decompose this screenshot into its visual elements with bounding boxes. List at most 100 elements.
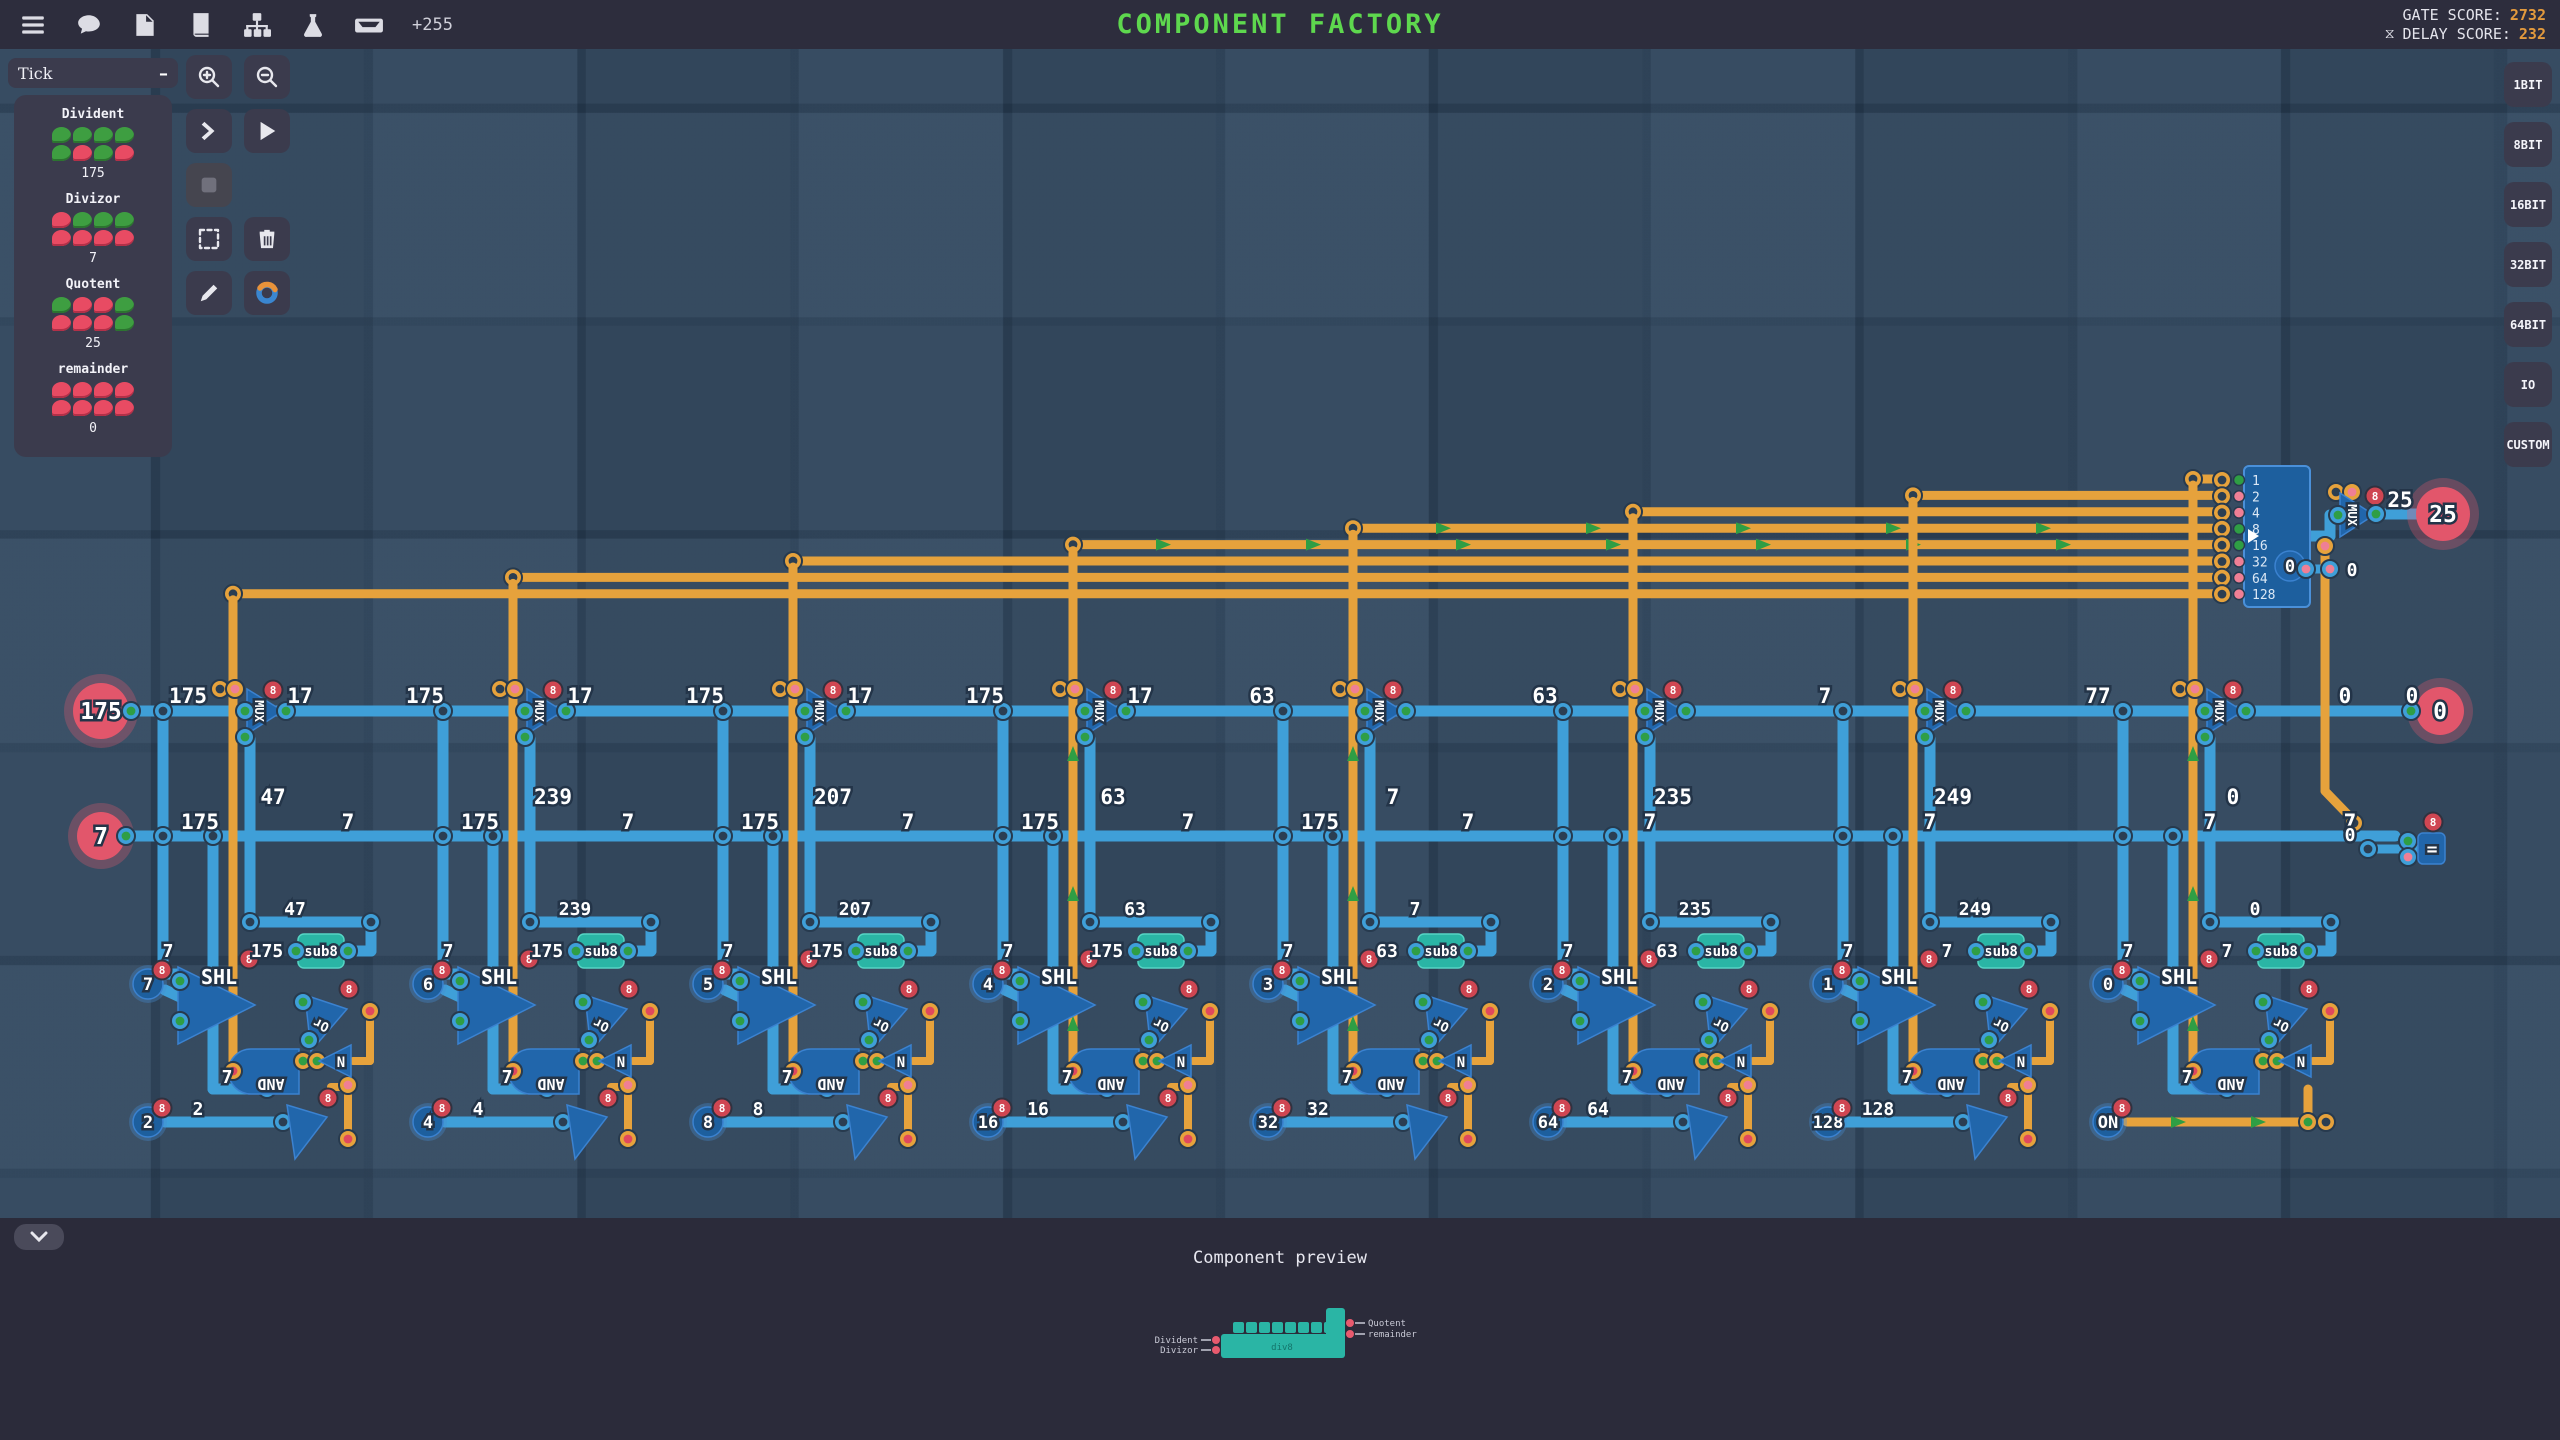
shift-constant-node[interactable]: 38 [1249,961,1292,1004]
or-component[interactable]: Or8 [2254,980,2319,1052]
chat-icon[interactable] [74,10,104,40]
and-component[interactable]: AND [504,1049,606,1094]
component-menu-16bit[interactable]: 16BIT [2504,182,2552,227]
or-component[interactable]: Or8 [1694,980,1759,1052]
or-component-2[interactable]: 8 [847,1089,898,1160]
component-menu-1bit[interactable]: 1BIT [2504,62,2552,107]
weight-constant-node[interactable]: 648 [1529,1099,1572,1142]
weight-constant-node[interactable]: ON8 [2089,1099,2132,1142]
or-component[interactable]: Or8 [1134,980,1199,1052]
and-component[interactable]: AND [1624,1049,1726,1094]
and-component[interactable]: AND [224,1049,326,1094]
file-icon[interactable] [130,10,160,40]
stop-button[interactable] [186,163,232,207]
weight-constant-node[interactable]: 328 [1249,1099,1292,1142]
component-layer[interactable]: MUX8788sub8Or8ANDN288MUX8688sub8Or8ANDN4… [64,466,2479,1159]
svg-text:8: 8 [1559,1102,1566,1115]
or-component-2[interactable]: 8 [1407,1089,1458,1160]
or-component-2[interactable]: 8 [287,1089,338,1160]
or-component-2[interactable]: 8 [567,1089,618,1160]
byte-maker-component[interactable]: 1248163264128 [2213,466,2310,607]
shift-constant-node[interactable]: 48 [969,961,1012,1004]
and-component[interactable]: AND [1064,1049,1166,1094]
not-component[interactable]: N [879,1045,911,1077]
or-component-2[interactable]: 8 [1967,1089,2018,1160]
play-button[interactable] [244,109,290,153]
component-menu-custom[interactable]: CUSTOM [2504,422,2552,467]
led-on [52,297,71,313]
collapse-minus-button[interactable]: – [159,63,168,84]
svg-text:16: 16 [1027,1099,1049,1120]
not-component[interactable]: N [1439,1045,1471,1077]
or-component-2[interactable]: 8 [1127,1089,1178,1160]
not-component[interactable]: N [2279,1045,2311,1077]
step-forward-button[interactable] [186,109,232,153]
svg-text:63: 63 [1376,941,1398,962]
sub8-component[interactable]: sub8 [1967,934,2037,968]
weight-constant-node[interactable]: 48 [409,1099,452,1142]
svg-text:175: 175 [1301,810,1339,834]
and-component[interactable]: AND [1904,1049,2006,1094]
shift-constant-node[interactable]: 68 [409,961,452,1004]
shift-constant-node[interactable]: 28 [1529,961,1572,1004]
sub8-component[interactable]: sub8 [287,934,357,968]
book-icon[interactable] [186,10,216,40]
component-menu-8bit[interactable]: 8BIT [2504,122,2552,167]
sub8-component[interactable]: sub8 [1407,934,1477,968]
not-component[interactable]: N [319,1045,351,1077]
component-menu-32bit[interactable]: 32BIT [2504,242,2552,287]
component-menu-64bit[interactable]: 64BIT [2504,302,2552,347]
zoom-out-button[interactable] [244,55,290,99]
svg-text:8: 8 [439,964,446,977]
sub8-component[interactable]: sub8 [1127,934,1197,968]
edit-pencil-button[interactable] [186,271,232,315]
and-component[interactable]: AND [2184,1049,2286,1094]
sub8-component[interactable]: sub8 [1687,934,1757,968]
or-component[interactable]: Or8 [854,980,919,1052]
weight-constant-node[interactable]: 28 [129,1099,172,1142]
flask-icon[interactable] [298,10,328,40]
weight-constant-node[interactable]: 1288 [1809,1099,1852,1142]
shift-constant-node[interactable]: 18 [1809,961,1852,1004]
delete-button[interactable] [244,217,290,261]
preview-label-quotient: Quotent [1368,1319,1406,1329]
weight-constant-node[interactable]: 168 [969,1099,1012,1142]
sub8-component[interactable]: sub8 [567,934,637,968]
or-component[interactable]: Or8 [574,980,639,1052]
svg-text:N: N [2297,1055,2305,1071]
hierarchy-icon[interactable] [242,10,272,40]
tray-icon[interactable] [354,10,384,40]
top-bar: +255 COMPONENT FACTORY GATE SCORE: 2732 … [0,0,2560,49]
or-component[interactable]: Or8 [1974,980,2039,1052]
led-off [94,315,113,331]
watch-titlebar[interactable]: Tick – [8,58,178,88]
component-menu-io[interactable]: IO [2504,362,2552,407]
and-component[interactable]: AND [784,1049,886,1094]
menu-icon[interactable] [18,10,48,40]
shift-constant-node[interactable]: 08 [2089,961,2132,1004]
gate-score-label: GATE SCORE: [2403,6,2502,25]
weight-constant-node[interactable]: 88 [689,1099,732,1142]
shift-constant-node[interactable]: 58 [689,961,732,1004]
not-component[interactable]: N [1999,1045,2031,1077]
panel-collapse-button[interactable] [14,1224,64,1250]
svg-text:8: 8 [1366,953,1373,966]
or-component[interactable]: Or8 [1414,980,1479,1052]
or-component-2[interactable]: 8 [1687,1089,1738,1160]
loop-button[interactable] [244,271,290,315]
sub8-component[interactable]: sub8 [847,934,917,968]
zoom-in-button[interactable] [186,55,232,99]
svg-text:8: 8 [1950,684,1957,697]
shift-constant-node[interactable]: 78 [129,961,172,1004]
circuit-canvas[interactable]: MUX8788sub8Or8ANDN288MUX8688sub8Or8ANDN4… [0,49,2560,1218]
svg-text:0: 0 [2339,684,2352,708]
not-component[interactable]: N [1159,1045,1191,1077]
not-component[interactable]: N [1719,1045,1751,1077]
svg-text:N: N [1457,1055,1465,1071]
not-component[interactable]: N [599,1045,631,1077]
svg-text:7: 7 [94,824,108,850]
or-component[interactable]: Or8 [294,980,359,1052]
sub8-component[interactable]: sub8 [2247,934,2317,968]
select-area-button[interactable] [186,217,232,261]
and-component[interactable]: AND [1344,1049,1446,1094]
